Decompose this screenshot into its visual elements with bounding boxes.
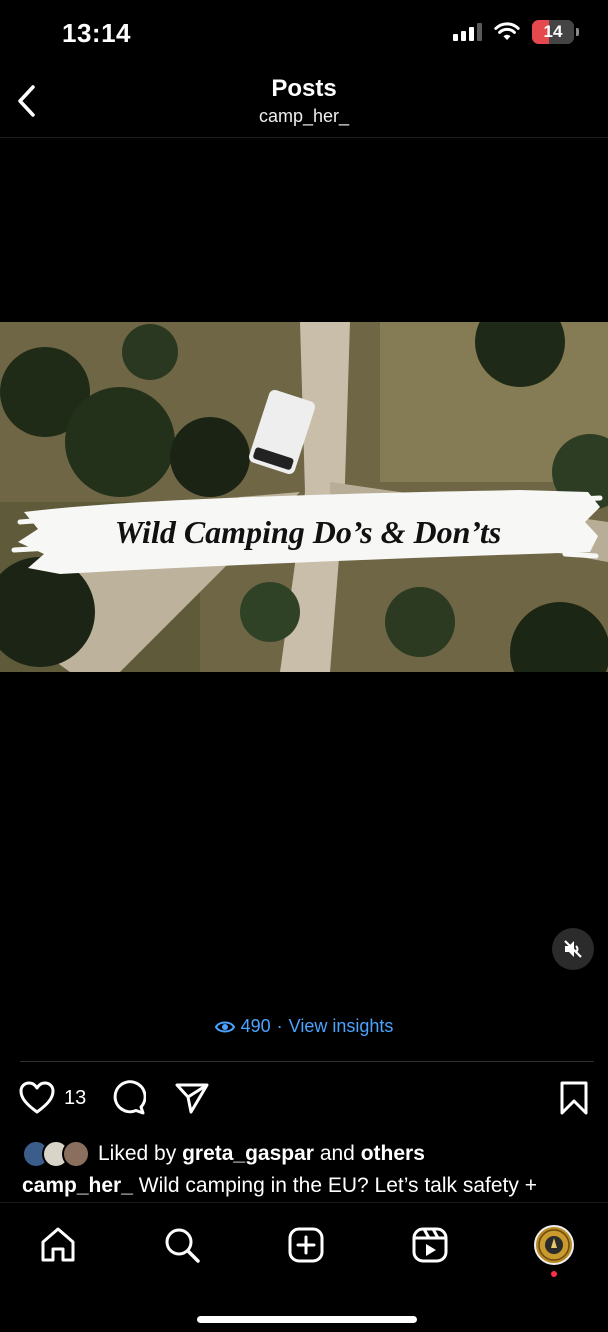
- liked-by-prefix: Liked by: [98, 1142, 177, 1165]
- reels-icon: [412, 1227, 448, 1263]
- bottom-nav: [0, 1202, 608, 1332]
- insights-link[interactable]: 490 · View insights: [0, 1016, 608, 1037]
- divider: [20, 1061, 594, 1062]
- page-title: Posts: [271, 75, 337, 102]
- view-insights-label: View insights: [288, 1016, 394, 1036]
- nav-profile-avatar[interactable]: [534, 1225, 574, 1265]
- view-count: 490: [240, 1016, 271, 1036]
- home-indicator[interactable]: [197, 1316, 417, 1323]
- caption-username[interactable]: camp_her_: [22, 1174, 133, 1197]
- create-icon: [288, 1227, 324, 1263]
- liked-by-others[interactable]: others: [361, 1142, 425, 1166]
- nav-search[interactable]: [160, 1223, 204, 1267]
- like-button[interactable]: 13: [18, 1080, 86, 1116]
- header: Posts camp_her_: [0, 66, 608, 138]
- avatar: [62, 1140, 90, 1168]
- liked-by-row[interactable]: Liked by greta_gaspar and others: [22, 1140, 425, 1168]
- video-frame[interactable]: Wild Camping Do’s & Don’ts: [0, 322, 608, 672]
- comment-icon: [113, 1080, 146, 1115]
- like-count[interactable]: 13: [64, 1087, 86, 1110]
- battery-icon: 14: [532, 20, 579, 44]
- caption-text: Wild camping in the EU? Let’s talk safet…: [138, 1174, 537, 1197]
- heart-icon: [19, 1081, 55, 1114]
- save-button[interactable]: [558, 1080, 590, 1116]
- send-icon: [175, 1083, 209, 1114]
- status-bar: 13:14 14: [0, 0, 608, 66]
- video-player[interactable]: Wild Camping Do’s & Don’ts: [0, 138, 608, 1010]
- status-icons: 14: [453, 20, 579, 44]
- liker-avatars: [22, 1140, 90, 1168]
- mute-toggle-button[interactable]: [552, 928, 594, 970]
- wifi-icon: [494, 22, 520, 40]
- liked-by-and: and: [319, 1142, 355, 1165]
- profile-avatar-icon: [538, 1229, 570, 1261]
- comment-button[interactable]: [110, 1080, 146, 1116]
- home-icon: [41, 1227, 75, 1262]
- liked-by-user[interactable]: greta_gaspar: [182, 1142, 314, 1166]
- insights-separator: ·: [276, 1016, 283, 1036]
- video-thumbnail-image: Wild Camping Do’s & Don’ts: [0, 322, 608, 672]
- bookmark-icon: [560, 1081, 588, 1115]
- nav-create[interactable]: [284, 1223, 328, 1267]
- page-subtitle-username[interactable]: camp_her_: [0, 106, 608, 127]
- post-actions: 13: [18, 1080, 594, 1122]
- status-time: 13:14: [62, 18, 131, 48]
- video-overlay-title: Wild Camping Do’s & Don’ts: [115, 514, 501, 550]
- post-caption[interactable]: camp_her_ Wild camping in the EU? Let’s …: [22, 1174, 602, 1204]
- speaker-muted-icon: [564, 940, 582, 958]
- nav-home[interactable]: [36, 1223, 80, 1267]
- search-icon: [165, 1228, 200, 1263]
- share-button[interactable]: [174, 1080, 210, 1116]
- notification-dot: [551, 1271, 557, 1277]
- cellular-signal-icon: [453, 23, 482, 41]
- eye-icon: [214, 1021, 235, 1032]
- nav-reels[interactable]: [408, 1223, 452, 1267]
